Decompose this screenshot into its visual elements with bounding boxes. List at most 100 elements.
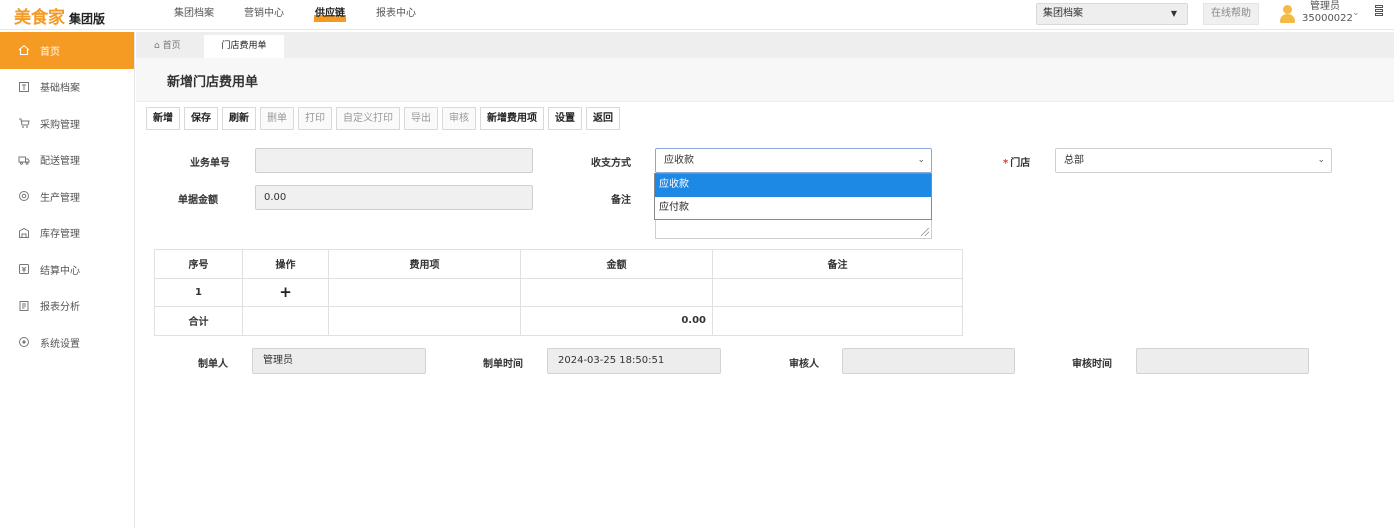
back-button[interactable]: 返回 (586, 107, 620, 130)
top-nav-item-group-archive[interactable]: 集团档案 (174, 6, 214, 22)
warehouse-icon (18, 227, 30, 239)
brand-name: 美食家 (14, 8, 65, 28)
doc-amount-field[interactable]: 0.00 (255, 185, 533, 210)
resize-grip-icon[interactable] (921, 228, 929, 236)
add-expense-item-button[interactable]: 新增费用项 (480, 107, 544, 130)
toolbar: 新增 保存 刷新 删单 打印 自定义打印 导出 审核 新增费用项 设置 返回 (146, 107, 624, 130)
export-button[interactable]: 导出 (404, 107, 438, 130)
sidebar-item-basic-archive[interactable]: 基础档案 (0, 69, 134, 106)
chevron-down-icon: ⌄ (917, 155, 925, 165)
total-empty-cell (712, 306, 963, 336)
settlement-icon (18, 263, 30, 275)
creator-field[interactable]: 管理员 (252, 348, 426, 374)
top-nav-item-marketing[interactable]: 营销中心 (244, 6, 284, 22)
refresh-button[interactable]: 刷新 (222, 107, 256, 130)
online-help-button[interactable]: 在线帮助 (1203, 3, 1259, 25)
caret-down-icon: ▼ (1170, 9, 1177, 18)
sidebar-item-distribution[interactable]: 配送管理 (0, 142, 134, 179)
sidebar-item-label: 首页 (40, 46, 60, 58)
table-row: 1 + (154, 277, 963, 307)
cart-icon (18, 117, 30, 129)
home-small-icon: ⌂ (154, 41, 160, 51)
total-empty-cell (328, 306, 521, 336)
settings-button[interactable]: 设置 (548, 107, 582, 130)
auditor-field[interactable] (842, 348, 1015, 374)
cell-remark[interactable] (712, 277, 963, 307)
payment-type-value: 应收款 (664, 155, 694, 166)
sidebar-item-label: 采购管理 (40, 119, 80, 131)
archive-icon (18, 81, 30, 93)
required-mark: * (1003, 158, 1009, 169)
page-title-bar (136, 58, 1394, 102)
org-select[interactable]: 集团档案 ▼ (1036, 3, 1188, 25)
payment-type-select[interactable]: 应收款 ⌄ (655, 148, 932, 173)
audit-button[interactable]: 审核 (442, 107, 476, 130)
doc-amount-label: 单据金额 (178, 195, 218, 206)
create-time-label: 制单时间 (483, 359, 523, 370)
total-label: 合计 (154, 306, 243, 336)
doc-no-label: 业务单号 (190, 158, 230, 169)
sidebar-item-production[interactable]: 生产管理 (0, 178, 134, 215)
create-time-field[interactable]: 2024-03-25 18:50:51 (547, 348, 721, 374)
audit-time-field[interactable] (1136, 348, 1309, 374)
payment-type-dropdown: 应收款 应付款 (654, 173, 932, 220)
cell-amount[interactable] (520, 277, 713, 307)
sidebar-item-inventory[interactable]: 库存管理 (0, 215, 134, 252)
expense-table: 序号 操作 费用项 金额 备注 1 + 合计 0.00 (154, 249, 963, 336)
cell-expense-item[interactable] (328, 277, 521, 307)
print-button[interactable]: 打印 (298, 107, 332, 130)
brand-edition: 集团版 (69, 12, 106, 26)
top-nav: 集团档案 营销中心 供应链 报表中心 (174, 6, 446, 22)
sidebar-item-home[interactable]: 首页 (0, 32, 134, 69)
save-button[interactable]: 保存 (184, 107, 218, 130)
sidebar-item-purchase[interactable]: 采购管理 (0, 105, 134, 142)
auditor-label: 审核人 (789, 359, 819, 370)
add-row-icon[interactable]: + (279, 283, 292, 301)
sidebar-item-settlement[interactable]: 结算中心 (0, 251, 134, 288)
payment-type-option-receivable[interactable]: 应收款 (655, 174, 931, 197)
payment-type-option-payable[interactable]: 应付款 (655, 197, 931, 220)
tab-store-expense[interactable]: 门店费用单 (204, 35, 284, 58)
user-id[interactable]: 35000022 (1302, 13, 1353, 24)
page-title: 新增门店费用单 (167, 75, 259, 90)
store-select[interactable]: 总部 ⌄ (1055, 148, 1332, 173)
store-label-text: 门店 (1010, 158, 1031, 169)
sidebar-item-label: 系统设置 (40, 338, 80, 350)
home-icon (18, 44, 30, 56)
cell-seq: 1 (154, 277, 243, 307)
table-total-row: 合计 0.00 (154, 306, 963, 336)
sidebar-item-label: 配送管理 (40, 156, 80, 168)
top-nav-item-reports[interactable]: 报表中心 (376, 6, 416, 22)
server-icon[interactable] (1375, 5, 1386, 21)
chevron-down-icon: ⌄ (1317, 155, 1325, 165)
tab-home[interactable]: ⌂ 首页 (140, 35, 195, 58)
delete-button[interactable]: 删单 (260, 107, 294, 130)
sidebar-item-label: 库存管理 (40, 229, 80, 241)
report-icon (18, 300, 30, 312)
user-avatar-icon[interactable] (1278, 4, 1298, 24)
col-header-amount: 金额 (520, 249, 713, 279)
creator-label: 制单人 (198, 359, 228, 370)
total-empty-cell (242, 306, 329, 336)
remark-label: 备注 (611, 195, 631, 206)
doc-no-field[interactable] (255, 148, 533, 173)
truck-icon (18, 154, 30, 166)
sidebar-item-label: 基础档案 (40, 83, 80, 95)
store-label: * 门店 (1003, 154, 1030, 169)
payment-type-label: 收支方式 (591, 158, 631, 169)
sidebar-item-reports[interactable]: 报表分析 (0, 288, 134, 325)
user-role[interactable]: 管理员 (1310, 1, 1340, 12)
brand-logo[interactable]: 美食家 集团版 (14, 3, 106, 28)
add-button[interactable]: 新增 (146, 107, 180, 130)
top-nav-item-supply-chain[interactable]: 供应链 (314, 6, 346, 22)
col-header-expense-item: 费用项 (328, 249, 521, 279)
sidebar: 首页 基础档案 采购管理 配送管理 生产管理 库存管理 结算中心 报表分析 系统… (0, 32, 135, 528)
top-bar: 美食家 集团版 集团档案 营销中心 供应链 报表中心 集团档案 ▼ 在线帮助 管… (0, 0, 1394, 30)
custom-print-button[interactable]: 自定义打印 (336, 107, 400, 130)
cell-action: + (242, 277, 329, 307)
chevron-down-icon[interactable]: ⌄ (1352, 8, 1360, 18)
sidebar-item-system-settings[interactable]: 系统设置 (0, 324, 134, 361)
audit-time-label: 审核时间 (1072, 359, 1112, 370)
col-header-seq: 序号 (154, 249, 243, 279)
tab-home-label: 首页 (162, 41, 181, 51)
